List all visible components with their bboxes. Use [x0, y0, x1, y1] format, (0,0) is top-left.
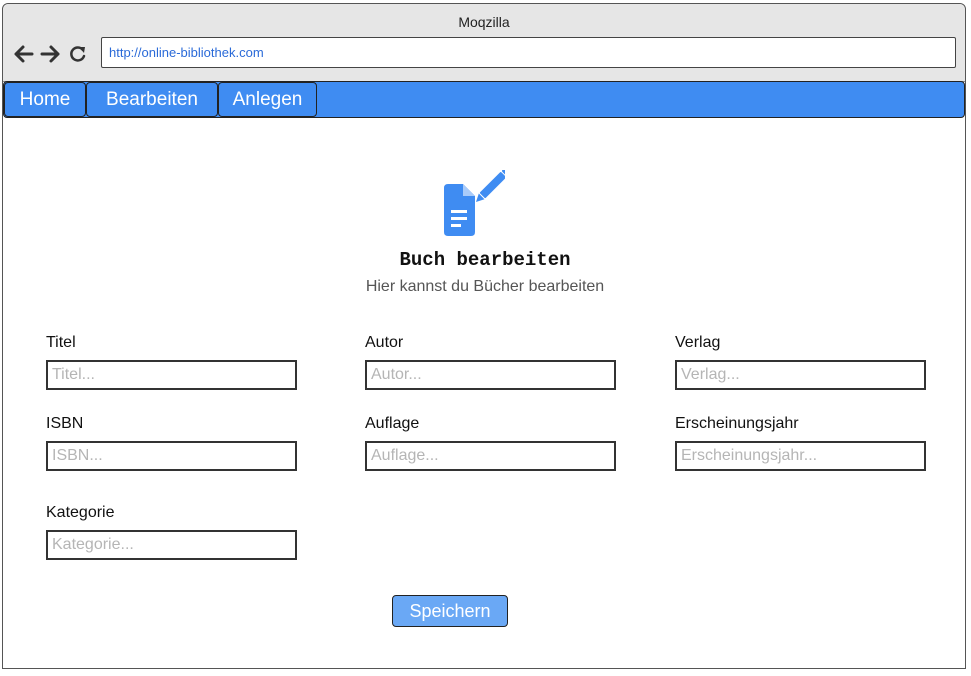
erscheinungsjahr-input[interactable] [675, 441, 926, 471]
menu-item-anlegen[interactable]: Anlegen [218, 82, 317, 117]
page-subtitle: Hier kannst du Bücher bearbeiten [365, 278, 605, 295]
menu-item-bearbeiten[interactable]: Bearbeiten [86, 82, 218, 117]
autor-input[interactable] [365, 360, 616, 390]
auflage-label: Auflage [365, 415, 420, 432]
window-title: Moqzilla [458, 14, 510, 30]
reload-icon[interactable] [68, 44, 88, 64]
auflage-input[interactable] [365, 441, 616, 471]
verlag-label: Verlag [675, 334, 721, 351]
kategorie-label: Kategorie [46, 504, 115, 521]
forward-arrow-icon[interactable] [40, 44, 62, 64]
browser-window: Moqzilla http://online-bibliothek.com Ho… [2, 3, 966, 669]
back-arrow-icon[interactable] [12, 44, 34, 64]
erscheinungsjahr-label: Erscheinungsjahr [675, 415, 799, 432]
page-title: Buch bearbeiten [399, 249, 571, 271]
verlag-input[interactable] [675, 360, 926, 390]
kategorie-input[interactable] [46, 530, 297, 560]
titel-label: Titel [46, 334, 76, 351]
titel-input[interactable] [46, 360, 297, 390]
isbn-input[interactable] [46, 441, 297, 471]
nav-controls [12, 42, 88, 66]
browser-titlebar: Moqzilla http://online-bibliothek.com [3, 4, 965, 82]
autor-label: Autor [365, 334, 404, 351]
menu-item-home[interactable]: Home [4, 82, 86, 117]
main-menu-bar: Home Bearbeiten Anlegen [3, 81, 965, 118]
isbn-label: ISBN [46, 415, 84, 432]
edit-document-icon [441, 168, 510, 245]
url-bar[interactable]: http://online-bibliothek.com [101, 37, 956, 68]
save-button[interactable]: Speichern [392, 595, 508, 627]
